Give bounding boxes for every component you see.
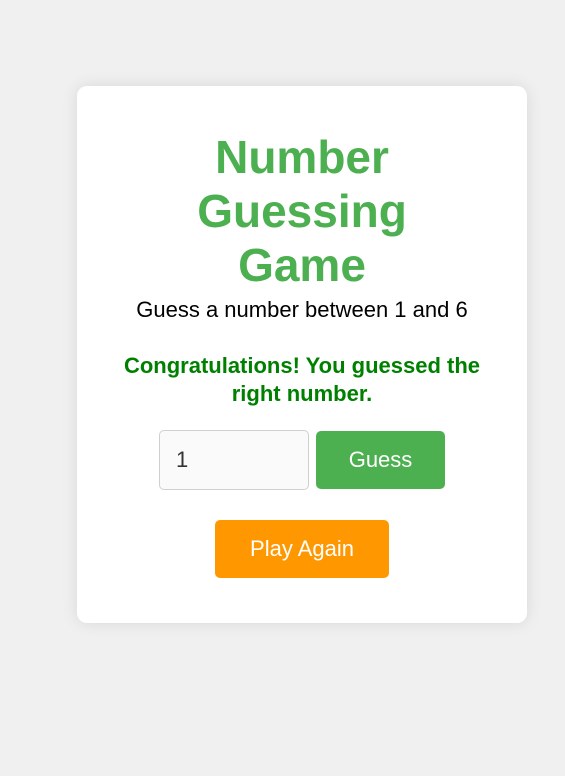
play-again-button[interactable]: Play Again xyxy=(215,520,389,578)
guess-button[interactable]: Guess xyxy=(316,431,445,489)
result-message: Congratulations! You guessed the right n… xyxy=(123,353,481,406)
game-card: Number Guessing Game Guess a number betw… xyxy=(77,86,527,623)
guess-input[interactable] xyxy=(159,430,309,490)
game-title: Number Guessing Game xyxy=(197,131,407,291)
instructions-text: Guess a number between 1 and 6 xyxy=(136,297,468,322)
